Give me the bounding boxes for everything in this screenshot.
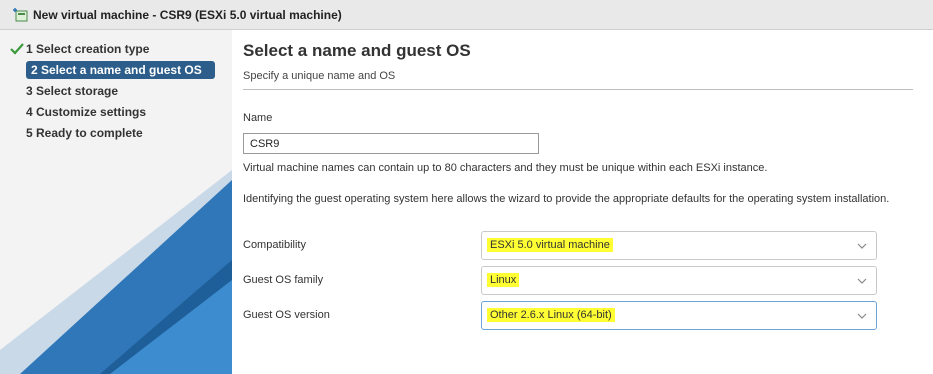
step-ready-to-complete: 5 Ready to complete xyxy=(26,126,143,140)
window-title: New virtual machine - CSR9 (ESXi 5.0 vir… xyxy=(33,8,342,22)
guest-os-family-select[interactable]: Linux xyxy=(481,266,877,295)
step-select-name-and-guest-os[interactable]: 2 Select a name and guest OS xyxy=(26,61,215,79)
guest-os-version-value: Other 2.6.x Linux (64-bit) xyxy=(487,308,615,322)
checkmark-icon xyxy=(10,43,24,55)
guest-os-family-value: Linux xyxy=(487,273,520,287)
step-select-storage: 3 Select storage xyxy=(26,84,119,98)
os-help-text: Identifying the guest operating system h… xyxy=(243,193,890,205)
compatibility-select[interactable]: ESXi 5.0 virtual machine xyxy=(481,231,877,260)
divider xyxy=(243,89,913,90)
chevron-down-icon xyxy=(857,313,867,319)
page-subtitle: Specify a unique name and OS xyxy=(243,70,396,82)
compatibility-value: ESXi 5.0 virtual machine xyxy=(487,238,613,252)
wizard-steps-panel: 1 Select creation type 2 Select a name a… xyxy=(0,30,232,374)
chevron-down-icon xyxy=(857,243,867,249)
guest-os-version-label: Guest OS version xyxy=(243,309,330,321)
name-help-text: Virtual machine names can contain up to … xyxy=(243,162,768,174)
vm-name-input[interactable] xyxy=(243,133,539,154)
compatibility-label: Compatibility xyxy=(243,239,306,251)
window-title-bar: New virtual machine - CSR9 (ESXi 5.0 vir… xyxy=(0,0,933,30)
name-label: Name xyxy=(243,112,273,124)
step-select-creation-type[interactable]: 1 Select creation type xyxy=(26,40,149,58)
step-customize-settings: 4 Customize settings xyxy=(26,105,147,119)
page-title: Select a name and guest OS xyxy=(243,41,471,60)
chevron-down-icon xyxy=(857,278,867,284)
wizard-content: Select a name and guest OS Specify a uni… xyxy=(232,30,933,374)
guest-os-version-select[interactable]: Other 2.6.x Linux (64-bit) xyxy=(481,301,877,330)
vm-wizard-icon xyxy=(13,8,28,22)
guest-os-family-label: Guest OS family xyxy=(243,274,324,286)
